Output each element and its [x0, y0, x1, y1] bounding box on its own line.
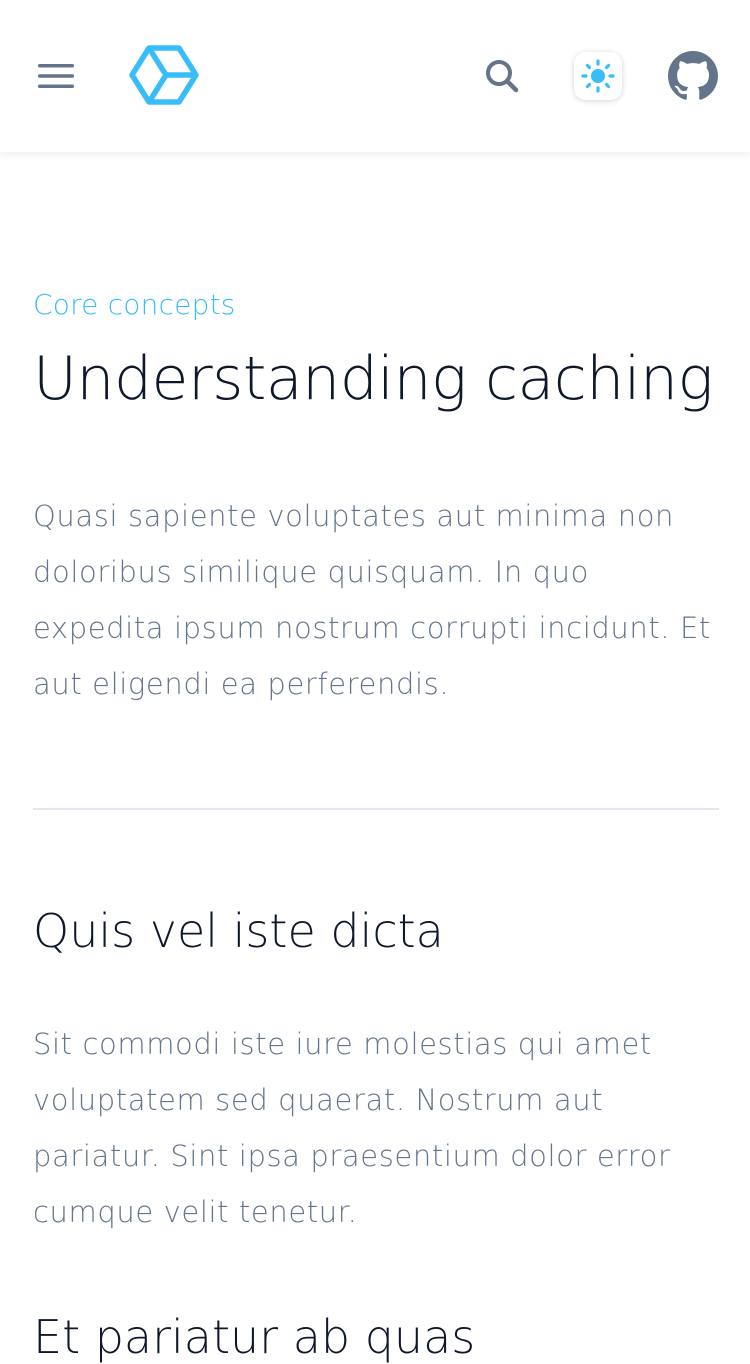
- section-paragraph: Sit commodi iste iure molestias qui amet…: [33, 1027, 671, 1229]
- divider: [33, 808, 719, 810]
- section-eyebrow: Core concepts: [33, 288, 236, 321]
- section-heading: Quis vel iste dicta: [33, 904, 444, 958]
- page-title: Understanding caching: [33, 344, 714, 414]
- github-icon: [668, 51, 718, 100]
- hexagon-logo-icon: [129, 45, 199, 105]
- theme-toggle-button[interactable]: [574, 52, 622, 100]
- lead-paragraph: Quasi sapiente voluptates aut minima non…: [33, 499, 711, 701]
- logo[interactable]: [128, 44, 200, 106]
- search-button[interactable]: [480, 54, 524, 98]
- hamburger-menu-icon: [38, 64, 74, 88]
- menu-button[interactable]: [32, 56, 80, 96]
- sun-icon: [581, 59, 615, 93]
- search-icon: [486, 60, 519, 93]
- next-section-heading: Et pariatur ab quas: [33, 1310, 476, 1364]
- site-header: [0, 0, 750, 152]
- github-link[interactable]: [668, 51, 718, 101]
